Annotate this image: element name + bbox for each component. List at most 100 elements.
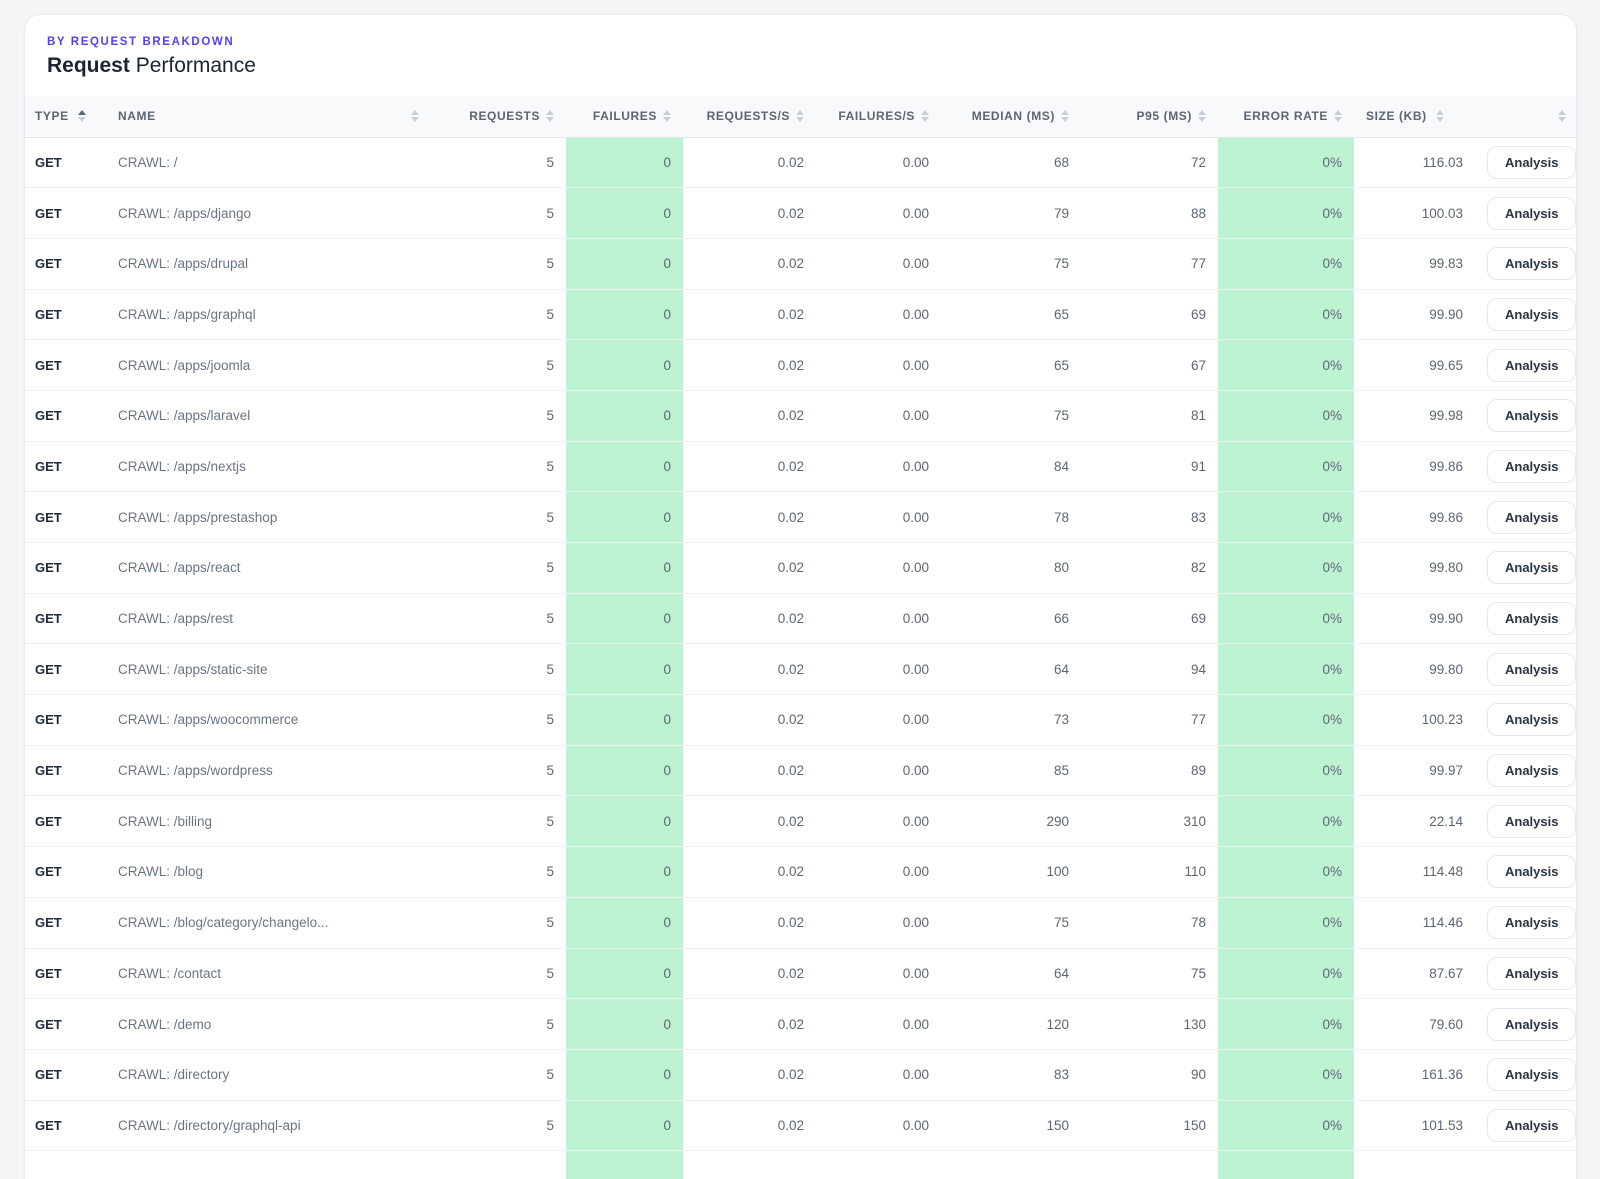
cell-requests: 5 [431, 137, 566, 188]
column-label: P95 (MS) [1137, 109, 1192, 123]
analysis-button[interactable]: Analysis [1487, 551, 1576, 584]
cell-requests: 5 [431, 390, 566, 441]
cell-size: 99.98 [1354, 390, 1475, 441]
column-header-error-rate[interactable]: ERROR RATE [1218, 96, 1354, 137]
cell-failures: 0 [566, 390, 683, 441]
cell-type: GET [25, 796, 106, 847]
cell-median: 65 [941, 340, 1081, 391]
cell-p95: 77 [1081, 238, 1218, 289]
analysis-button[interactable]: Analysis [1487, 602, 1576, 635]
cell-p95: 69 [1081, 593, 1218, 644]
cell-size: 99.90 [1354, 593, 1475, 644]
cell-median: 100 [941, 847, 1081, 898]
cell-p95: 90 [1081, 1049, 1218, 1100]
cell-failures-per-s [816, 1151, 941, 1179]
analysis-button[interactable]: Analysis [1487, 653, 1576, 686]
cell-type: GET [25, 999, 106, 1050]
column-label: FAILURES/S [838, 109, 915, 123]
analysis-button[interactable]: Analysis [1487, 957, 1576, 990]
analysis-button[interactable]: Analysis [1487, 146, 1576, 179]
cell-error-rate: 0% [1218, 238, 1354, 289]
table-body: GET CRAWL: / 5 0 0.02 0.00 68 72 0% 116.… [25, 137, 1577, 1179]
column-header-failures[interactable]: FAILURES [566, 96, 683, 137]
column-header-requests[interactable]: REQUESTS [431, 96, 566, 137]
cell-type: GET [25, 289, 106, 340]
cell-requests: 5 [431, 188, 566, 239]
table-row: GET CRAWL: /demo 5 0 0.02 0.00 120 130 0… [25, 999, 1577, 1050]
analysis-button[interactable]: Analysis [1487, 1109, 1576, 1142]
cell-failures: 0 [566, 289, 683, 340]
analysis-button[interactable]: Analysis [1487, 703, 1576, 736]
analysis-button[interactable]: Analysis [1487, 501, 1576, 534]
cell-name: CRAWL: /apps/woocommerce [106, 695, 431, 746]
column-header-p95[interactable]: P95 (MS) [1081, 96, 1218, 137]
column-header-actions[interactable] [1475, 96, 1577, 137]
column-header-median[interactable]: MEDIAN (MS) [941, 96, 1081, 137]
cell-p95: 150 [1081, 1100, 1218, 1151]
cell-size: 79.60 [1354, 999, 1475, 1050]
cell-failures: 0 [566, 796, 683, 847]
column-header-type[interactable]: TYPE [25, 96, 106, 137]
cell-error-rate: 0% [1218, 441, 1354, 492]
cell-failures: 0 [566, 593, 683, 644]
cell-median: 79 [941, 188, 1081, 239]
cell-error-rate: 0% [1218, 492, 1354, 543]
analysis-button[interactable]: Analysis [1487, 450, 1576, 483]
cell-median: 64 [941, 948, 1081, 999]
analysis-button[interactable]: Analysis [1487, 805, 1576, 838]
table-row: GET CRAWL: /contact 5 0 0.02 0.00 64 75 … [25, 948, 1577, 999]
cell-failures-per-s: 0.00 [816, 593, 941, 644]
column-header-failures-per-s[interactable]: FAILURES/S [816, 96, 941, 137]
sort-icon [1436, 110, 1444, 122]
cell-failures-per-s: 0.00 [816, 390, 941, 441]
cell-failures: 0 [566, 644, 683, 695]
cell-error-rate: 0% [1218, 948, 1354, 999]
column-header-size[interactable]: SIZE (KB) [1354, 96, 1475, 137]
cell-median: 80 [941, 543, 1081, 594]
analysis-button[interactable]: Analysis [1487, 754, 1576, 787]
cell-p95: 78 [1081, 897, 1218, 948]
analysis-button[interactable]: Analysis [1487, 399, 1576, 432]
cell-name: CRAWL: /blog/category/changelo... [106, 897, 431, 948]
analysis-button[interactable]: Analysis [1487, 855, 1576, 888]
cell-action: Analysis [1475, 1049, 1577, 1100]
cell-size: 100.03 [1354, 188, 1475, 239]
cell-failures-per-s: 0.00 [816, 188, 941, 239]
cell-name: CRAWL: / [106, 137, 431, 188]
cell-name: CRAWL: /apps/django [106, 188, 431, 239]
table-header-row: TYPE NAME REQUESTS FAILURES REQUESTS/S F… [25, 96, 1577, 137]
analysis-button[interactable]: Analysis [1487, 1008, 1576, 1041]
analysis-button[interactable]: Analysis [1487, 1058, 1576, 1091]
analysis-button[interactable]: Analysis [1487, 906, 1576, 939]
cell-median: 83 [941, 1049, 1081, 1100]
cell-name: CRAWL: /apps/react [106, 543, 431, 594]
column-header-name[interactable]: NAME [106, 96, 431, 137]
column-header-requests-per-s[interactable]: REQUESTS/S [683, 96, 816, 137]
analysis-button[interactable]: Analysis [1487, 349, 1576, 382]
cell-action: Analysis [1475, 796, 1577, 847]
cell-action: Analysis [1475, 847, 1577, 898]
cell-size: 99.83 [1354, 238, 1475, 289]
cell-action: Analysis [1475, 340, 1577, 391]
analysis-button[interactable]: Analysis [1487, 247, 1576, 280]
cell-requests-per-s: 0.02 [683, 695, 816, 746]
table-row: GET CRAWL: /apps/rest 5 0 0.02 0.00 66 6… [25, 593, 1577, 644]
cell-requests: 5 [431, 999, 566, 1050]
cell-type: GET [25, 847, 106, 898]
cell-name: CRAWL: /directory/graphql-api [106, 1100, 431, 1151]
table-row: GET CRAWL: /blog 5 0 0.02 0.00 100 110 0… [25, 847, 1577, 898]
table-row: GET CRAWL: /apps/nextjs 5 0 0.02 0.00 84… [25, 441, 1577, 492]
analysis-button[interactable]: Analysis [1487, 197, 1576, 230]
page-title: Request Performance [47, 54, 1554, 78]
cell-action: Analysis [1475, 695, 1577, 746]
cell-failures-per-s: 0.00 [816, 948, 941, 999]
cell-type: GET [25, 441, 106, 492]
cell-failures: 0 [566, 137, 683, 188]
table-row: GET CRAWL: /apps/graphql 5 0 0.02 0.00 6… [25, 289, 1577, 340]
cell-error-rate: 0% [1218, 593, 1354, 644]
cell-median: 75 [941, 390, 1081, 441]
cell-requests-per-s: 0.02 [683, 1100, 816, 1151]
cell-error-rate: 0% [1218, 390, 1354, 441]
analysis-button[interactable]: Analysis [1487, 298, 1576, 331]
column-label: MEDIAN (MS) [972, 109, 1055, 123]
